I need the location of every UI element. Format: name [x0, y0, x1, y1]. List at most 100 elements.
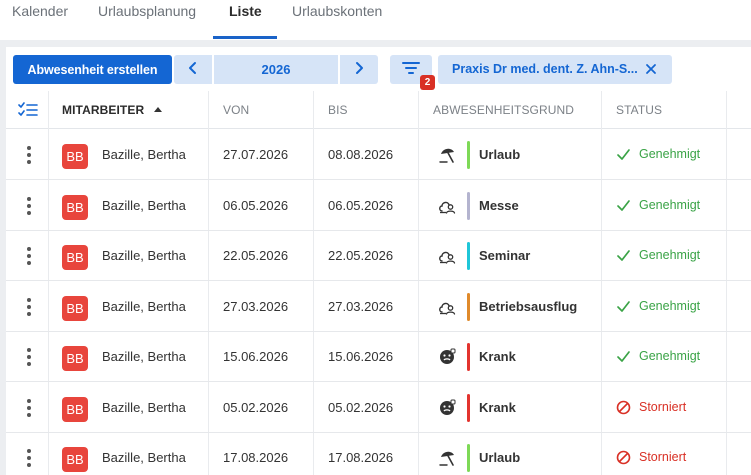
employee-name: Bazille, Bertha — [102, 248, 186, 263]
employee-name: Bazille, Bertha — [102, 399, 186, 415]
avatar: BB — [62, 447, 88, 472]
date-from: 17.08.2026 — [223, 450, 289, 465]
table-row[interactable]: BB Bazille, Bertha 15.06.2026 15.06.2026… — [6, 332, 751, 382]
check-icon — [617, 250, 630, 261]
date-from: 05.02.2026 — [223, 399, 289, 415]
date-to: 22.05.2026 — [328, 248, 394, 263]
reason-color-bar — [467, 444, 470, 472]
header-from[interactable]: VON — [223, 103, 249, 117]
toolbar: Abwesenheit erstellen 2026 2 Praxis Dr m… — [6, 47, 751, 91]
employee-name: Bazille, Bertha — [102, 298, 186, 314]
table-row[interactable]: BB Bazille, Bertha 17.08.2026 17.08.2026… — [6, 433, 751, 475]
table-header: MITARBEITER VON BIS ABWESENHEITSGRUND ST… — [6, 91, 751, 129]
sort-ascending-icon[interactable] — [153, 105, 163, 113]
row-menu-icon[interactable] — [22, 448, 36, 468]
status-label: Genehmigt — [639, 248, 701, 262]
date-to: 17.08.2026 — [328, 450, 394, 465]
check-icon — [617, 351, 630, 362]
check-icon — [617, 300, 630, 312]
reason-label: Urlaub — [479, 450, 521, 465]
header-to[interactable]: BIS — [328, 103, 348, 117]
content-top-border — [0, 40, 751, 47]
sick-face-icon — [440, 399, 456, 415]
date-to: 06.05.2026 — [328, 197, 394, 213]
status-label: Genehmigt — [639, 197, 701, 212]
header-status[interactable]: STATUS — [616, 103, 662, 117]
table-row[interactable]: BB Bazille, Bertha 05.02.2026 05.02.2026… — [6, 383, 751, 433]
table-row[interactable]: BB Bazille, Bertha 27.03.2026 27.03.2026… — [6, 282, 751, 332]
reason-color-bar — [467, 242, 470, 270]
check-icon — [617, 149, 630, 160]
row-menu-icon[interactable] — [22, 297, 36, 317]
cloud-person-icon — [439, 302, 456, 315]
next-year-button[interactable] — [340, 55, 378, 84]
reason-label: Messe — [479, 197, 519, 213]
close-icon[interactable] — [642, 60, 660, 78]
year-selector[interactable]: 2026 — [214, 55, 338, 84]
date-from: 27.07.2026 — [223, 147, 289, 162]
beach-umbrella-icon — [439, 148, 454, 163]
employee-name: Bazille, Bertha — [102, 450, 186, 465]
status-label: Storniert — [639, 450, 687, 464]
row-menu-icon[interactable] — [22, 145, 36, 165]
filter-count-badge: 2 — [420, 75, 435, 90]
tab-kalender[interactable]: Kalender — [12, 3, 68, 39]
tab-urlaubsplanung[interactable]: Urlaubsplanung — [98, 3, 196, 39]
header-reason[interactable]: ABWESENHEITSGRUND — [433, 103, 574, 117]
reason-color-bar — [467, 393, 470, 422]
cloud-person-icon — [439, 251, 456, 264]
tab-liste[interactable]: Liste — [229, 3, 262, 39]
reason-label: Krank — [479, 399, 516, 415]
cloud-person-icon — [439, 201, 456, 214]
chip-label: Praxis Dr med. dent. Z. Ahn-S... — [452, 62, 638, 76]
reason-color-bar — [467, 292, 470, 321]
employee-name: Bazille, Bertha — [102, 349, 186, 364]
avatar: BB — [62, 295, 88, 321]
row-menu-icon[interactable] — [22, 347, 36, 367]
row-menu-icon[interactable] — [22, 196, 36, 216]
sick-face-icon — [440, 348, 456, 364]
practice-filter-chip[interactable]: Praxis Dr med. dent. Z. Ahn-S... — [438, 55, 672, 84]
date-to: 27.03.2026 — [328, 298, 394, 314]
reason-label: Betriebsausflug — [479, 298, 578, 314]
table-row[interactable]: BB Bazille, Bertha 06.05.2026 06.05.2026… — [6, 181, 751, 231]
row-menu-icon[interactable] — [22, 246, 36, 266]
reason-label: Urlaub — [479, 147, 521, 162]
absence-table: MITARBEITER VON BIS ABWESENHEITSGRUND ST… — [6, 91, 751, 475]
date-from: 06.05.2026 — [223, 197, 289, 213]
reason-label: Krank — [479, 349, 516, 364]
avatar: BB — [62, 144, 88, 169]
previous-year-button[interactable] — [174, 55, 212, 84]
row-menu-icon[interactable] — [22, 398, 36, 418]
avatar: BB — [62, 346, 88, 371]
avatar: BB — [62, 245, 88, 270]
table-row[interactable]: BB Bazille, Bertha 22.05.2026 22.05.2026… — [6, 231, 751, 281]
date-to: 08.08.2026 — [328, 147, 394, 162]
select-all-checklist-icon[interactable] — [18, 102, 38, 118]
chevron-left-icon — [189, 62, 196, 74]
status-label: Genehmigt — [639, 349, 701, 363]
employee-name: Bazille, Bertha — [102, 197, 186, 213]
reason-color-bar — [467, 191, 470, 220]
filter-icon — [402, 62, 420, 74]
date-to: 15.06.2026 — [328, 349, 394, 364]
reason-color-bar — [467, 141, 470, 169]
tab-urlaubskonten[interactable]: Urlaubskonten — [292, 3, 382, 39]
table-row[interactable]: BB Bazille, Bertha 27.07.2026 08.08.2026… — [6, 130, 751, 180]
date-to: 05.02.2026 — [328, 399, 394, 415]
status-label: Genehmigt — [639, 298, 701, 313]
reason-label: Seminar — [479, 248, 531, 263]
chevron-right-icon — [356, 62, 363, 74]
status-label: Storniert — [639, 399, 687, 414]
avatar: BB — [62, 194, 88, 220]
cancel-icon — [616, 450, 631, 465]
check-icon — [617, 199, 630, 211]
beach-umbrella-icon — [439, 451, 454, 466]
status-label: Genehmigt — [639, 147, 701, 161]
date-from: 15.06.2026 — [223, 349, 289, 364]
create-absence-button[interactable]: Abwesenheit erstellen — [13, 55, 172, 84]
reason-color-bar — [467, 343, 470, 371]
header-employee[interactable]: MITARBEITER — [62, 103, 144, 117]
tab-bar: Kalender Urlaubsplanung Liste Urlaubskon… — [0, 0, 751, 40]
avatar: BB — [62, 396, 88, 422]
